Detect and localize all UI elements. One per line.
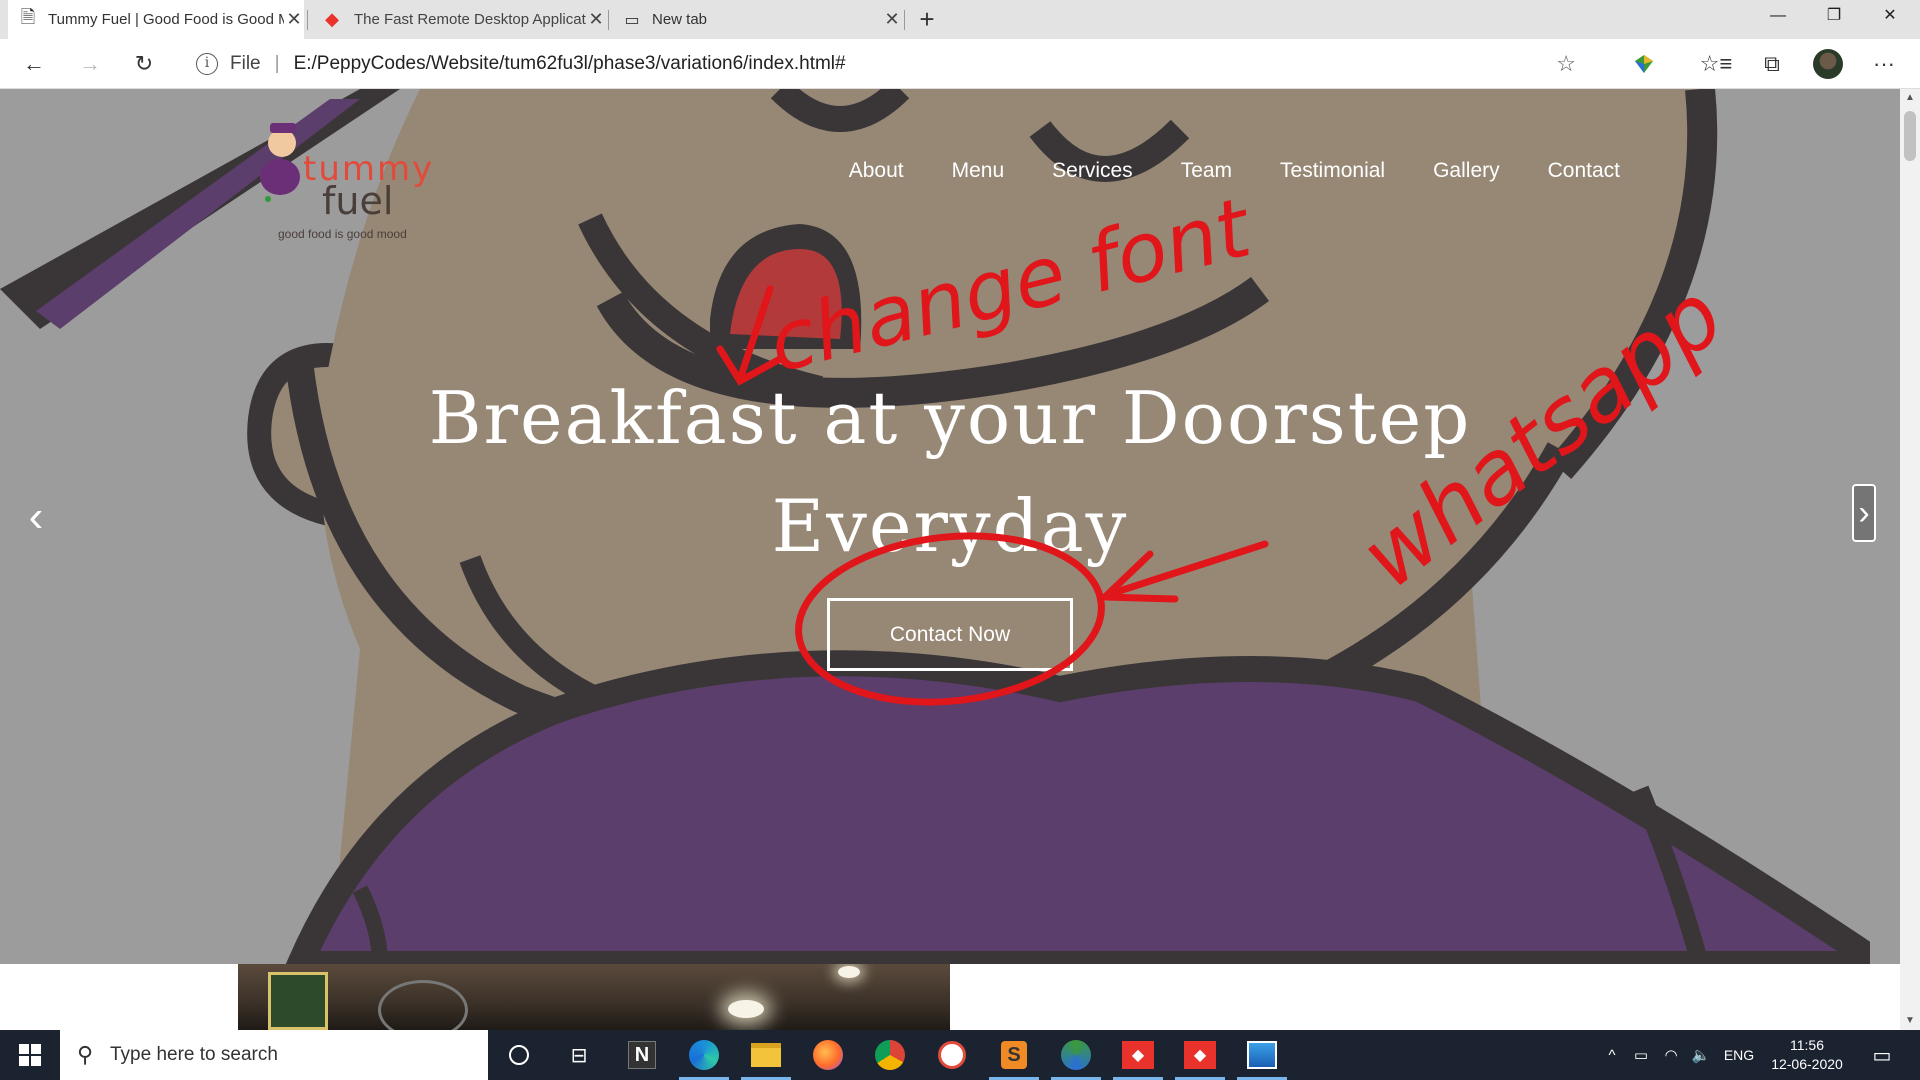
scroll-up-icon[interactable]: ▲	[1900, 89, 1920, 107]
tab-title: Tummy Fuel | Good Food is Good Mood	[48, 11, 284, 28]
scheme-label: File	[230, 53, 261, 74]
profile-avatar-icon[interactable]	[1808, 39, 1848, 89]
tab-divider	[307, 10, 308, 30]
favorite-star-icon[interactable]: ☆	[1556, 51, 1576, 77]
tab-divider	[904, 10, 905, 30]
taskbar-search-box[interactable]: ⚲ Type here to search	[60, 1030, 488, 1080]
photos-icon[interactable]	[1233, 1035, 1291, 1080]
page-viewport: tummy fuel good food is good mood About …	[0, 89, 1900, 1030]
hero-headline: Breakfast at your Doorstep Everyday	[400, 364, 1500, 580]
notion-icon[interactable]: N	[613, 1035, 671, 1075]
notification-center-icon[interactable]: ▭	[1862, 1030, 1902, 1080]
search-placeholder: Type here to search	[110, 1044, 278, 1065]
collections-icon[interactable]: ⧉	[1752, 39, 1792, 89]
restore-icon[interactable]: ❐	[1806, 0, 1862, 31]
battery-icon[interactable]: ▭	[1626, 1046, 1656, 1064]
info-icon[interactable]: i	[196, 53, 218, 75]
chevron-up-icon[interactable]: ^	[1598, 1047, 1626, 1064]
anydesk-icon: ◆	[325, 9, 339, 29]
site-logo[interactable]: tummy fuel good food is good mood	[258, 117, 448, 241]
new-tab-plus-icon[interactable]: +	[912, 4, 942, 34]
tab-remote-desktop[interactable]: ◆ The Fast Remote Desktop Application ✕	[310, 0, 606, 39]
nav-menu[interactable]: Menu	[952, 159, 1005, 183]
photo-signboard	[268, 972, 328, 1030]
gallery-photo	[238, 964, 950, 1030]
anydesk-icon[interactable]: ◆	[1171, 1035, 1229, 1080]
contact-now-button[interactable]: Contact Now	[827, 598, 1073, 671]
hero-carousel: tummy fuel good food is good mood About …	[0, 89, 1900, 964]
wifi-icon[interactable]: ◠	[1656, 1046, 1686, 1064]
close-icon[interactable]: ✕	[882, 9, 902, 30]
system-tray: ^ ▭ ◠ 🔈 ENG	[1598, 1030, 1762, 1080]
media-player-icon[interactable]	[923, 1035, 981, 1075]
carousel-prev-chevron-icon[interactable]: ‹	[18, 487, 54, 547]
tab-new-tab[interactable]: ▭ New tab ✕	[612, 0, 902, 39]
task-view-icon[interactable]: ⊟	[550, 1035, 608, 1075]
page-icon: 🗎	[20, 6, 36, 27]
hero-headline-line1: Breakfast at your Doorstep	[428, 376, 1472, 460]
close-icon[interactable]: ✕	[284, 9, 304, 30]
windows-start-icon[interactable]	[0, 1030, 60, 1080]
scroll-down-icon[interactable]: ▼	[1900, 1012, 1920, 1030]
tab-divider	[608, 10, 609, 30]
refresh-icon[interactable]: ↻	[124, 39, 164, 89]
forward-arrow-icon[interactable]: →	[70, 39, 110, 89]
file-explorer-icon[interactable]	[737, 1035, 795, 1080]
sublime-text-icon[interactable]: S	[985, 1035, 1043, 1080]
browser-toolbar: ← → ↻ i File | E:/PeppyCodes/Website/tum…	[0, 39, 1920, 89]
page-scrollbar[interactable]: ▲ ▼	[1900, 89, 1920, 1030]
logo-text-line2: fuel	[322, 179, 394, 223]
nav-services[interactable]: Services	[1052, 159, 1133, 183]
carousel-next-chevron-icon[interactable]: ›	[1852, 484, 1876, 542]
url-text[interactable]: E:/PeppyCodes/Website/tum62fu3l/phase3/v…	[294, 53, 846, 75]
nav-team[interactable]: Team	[1181, 159, 1232, 183]
nav-gallery[interactable]: Gallery	[1433, 159, 1500, 183]
hero-headline-line2: Everyday	[771, 484, 1129, 568]
address-divider: |	[274, 53, 280, 74]
logo-tagline: good food is good mood	[278, 227, 407, 241]
tab-strip: 🗎 Tummy Fuel | Good Food is Good Mood ✕ …	[0, 0, 1920, 39]
firefox-icon[interactable]	[799, 1035, 857, 1075]
back-arrow-icon[interactable]: ←	[14, 39, 54, 89]
volume-icon[interactable]: 🔈	[1686, 1046, 1716, 1064]
scrollbar-thumb[interactable]	[1904, 111, 1916, 161]
globe-app-icon[interactable]	[1047, 1035, 1105, 1080]
windows-taskbar: ⚲ Type here to search ⊟ N S ◆ ◆ ^ ▭ ◠ 🔈 …	[0, 1030, 1920, 1080]
clock-date: 12-06-2020	[1771, 1056, 1843, 1072]
clock-time: 11:56	[1790, 1037, 1824, 1053]
nav-contact[interactable]: Contact	[1548, 159, 1620, 183]
extension-icon[interactable]	[1624, 39, 1664, 89]
address-bar[interactable]: i File | E:/PeppyCodes/Website/tum62fu3l…	[182, 45, 1590, 83]
edge-browser-icon[interactable]	[675, 1035, 733, 1080]
close-icon[interactable]: ✕	[586, 9, 606, 30]
nav-about[interactable]: About	[849, 159, 904, 183]
cortana-icon[interactable]	[490, 1035, 548, 1075]
favorites-icon[interactable]: ☆≡	[1696, 39, 1736, 89]
search-icon: ⚲	[76, 1042, 94, 1067]
minimize-icon[interactable]: —	[1750, 0, 1806, 31]
nav-testimonial[interactable]: Testimonial	[1280, 159, 1385, 183]
language-indicator[interactable]: ENG	[1716, 1047, 1762, 1063]
tab-title: New tab	[652, 11, 708, 28]
main-nav: About Menu Services Team Testimonial Gal…	[849, 159, 1620, 183]
photo-lamp	[838, 966, 860, 978]
taskbar-clock[interactable]: 11:56 12-06-2020	[1762, 1036, 1852, 1074]
anydesk-icon[interactable]: ◆	[1109, 1035, 1167, 1080]
tab-title: The Fast Remote Desktop Application	[354, 11, 586, 28]
more-options-icon[interactable]: ···	[1864, 39, 1904, 89]
photo-fan	[378, 980, 468, 1030]
window-close-icon[interactable]: ✕	[1862, 0, 1918, 31]
photo-lamp	[728, 1000, 764, 1018]
new-tab-page-icon: ▭	[624, 11, 640, 29]
tab-tummy-fuel[interactable]: 🗎 Tummy Fuel | Good Food is Good Mood ✕	[8, 0, 304, 39]
chrome-icon[interactable]	[861, 1035, 919, 1075]
